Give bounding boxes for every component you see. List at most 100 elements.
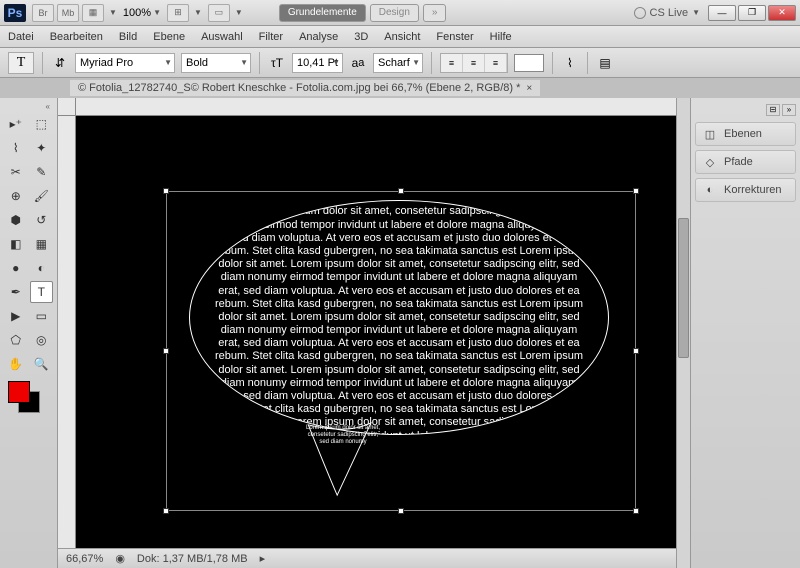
type-tool[interactable]: T <box>30 281 54 303</box>
menu-auswahl[interactable]: Auswahl <box>201 31 243 43</box>
menu-ebene[interactable]: Ebene <box>153 31 185 43</box>
stamp-tool[interactable]: ⬢ <box>4 209 28 231</box>
foreground-color[interactable] <box>8 381 30 403</box>
3d-tool[interactable]: ⬠ <box>4 329 28 351</box>
workspace-design[interactable]: Design <box>370 4 419 22</box>
handle-nw[interactable] <box>163 188 169 194</box>
zoom-level-label: 100% <box>123 7 151 19</box>
warp-text-button[interactable]: ⌇ <box>561 54 579 72</box>
status-zoom[interactable]: 66,67% <box>66 553 103 565</box>
text-orientation-icon[interactable]: ⇵ <box>51 54 69 72</box>
handle-w[interactable] <box>163 348 169 354</box>
panel-pfade[interactable]: ◇Pfade <box>695 150 796 174</box>
panel-expand-icon[interactable]: » <box>782 104 796 116</box>
blur-tool[interactable]: ● <box>4 257 28 279</box>
scrollbar-thumb[interactable] <box>678 218 689 358</box>
layers-icon: ◫ <box>702 127 718 141</box>
color-swatches[interactable] <box>8 381 48 421</box>
hand-tool[interactable]: ✋ <box>4 353 28 375</box>
brush-tool[interactable]: 🖌 <box>30 185 54 207</box>
status-doc-icon: ◉ <box>115 552 125 565</box>
character-panel-button[interactable]: ▤ <box>596 54 614 72</box>
toolbox-collapse-icon[interactable]: « <box>4 102 53 111</box>
menu-bearbeiten[interactable]: Bearbeiten <box>50 31 103 43</box>
menu-filter[interactable]: Filter <box>259 31 283 43</box>
workspace-grundelemente[interactable]: Grundelemente <box>279 4 366 22</box>
workspace-more[interactable]: » <box>423 4 447 22</box>
align-right-button[interactable]: ≡ <box>485 54 507 72</box>
menu-bild[interactable]: Bild <box>119 31 137 43</box>
cslive-button[interactable]: CS Live▼ <box>634 7 700 19</box>
status-arrow-icon[interactable]: ▸ <box>260 552 266 565</box>
document-tab-label: © Fotolia_12782740_S© Robert Kneschke - … <box>78 82 520 94</box>
handle-s[interactable] <box>398 508 404 514</box>
shape-tool[interactable]: ▭ <box>30 305 54 327</box>
handle-se[interactable] <box>633 508 639 514</box>
font-size-input[interactable]: 10,41 Pt▼ <box>292 53 343 73</box>
path-select-tool[interactable]: ▶ <box>4 305 28 327</box>
lasso-tool[interactable]: ⌇ <box>4 137 28 159</box>
document-tab[interactable]: © Fotolia_12782740_S© Robert Kneschke - … <box>70 80 540 96</box>
magic-wand-tool[interactable]: ✦ <box>30 137 54 159</box>
text-align-group: ≡ ≡ ≡ <box>440 53 508 73</box>
panels-dock: ⊟ » ◫Ebenen ◇Pfade ◐Korrekturen <box>690 98 800 568</box>
gradient-tool[interactable]: ▦ <box>30 233 54 255</box>
transform-bounds[interactable]: Lorem ipsum dolor sit amet, consetetur s… <box>166 191 636 511</box>
close-tab-icon[interactable]: × <box>526 83 532 94</box>
minimize-button[interactable]: — <box>708 5 736 21</box>
pen-tool[interactable]: ✒ <box>4 281 28 303</box>
zoom-tool[interactable]: 🔍 <box>30 353 54 375</box>
text-color-swatch[interactable] <box>514 54 544 72</box>
current-tool-indicator[interactable]: T <box>8 52 34 74</box>
eraser-tool[interactable]: ◧ <box>4 233 28 255</box>
font-size-icon: τT <box>268 54 286 72</box>
menu-ansicht[interactable]: Ansicht <box>384 31 420 43</box>
3d-camera-tool[interactable]: ◎ <box>30 329 54 351</box>
menu-hilfe[interactable]: Hilfe <box>490 31 512 43</box>
canvas[interactable]: Lorem ipsum dolor sit amet, consetetur s… <box>76 116 676 548</box>
status-doc-size[interactable]: Dok: 1,37 MB/1,78 MB <box>137 553 248 565</box>
align-left-button[interactable]: ≡ <box>441 54 463 72</box>
screenmode-dropdown[interactable]: ▭▼ <box>208 4 243 22</box>
handle-n[interactable] <box>398 188 404 194</box>
menubar: Datei Bearbeiten Bild Ebene Auswahl Filt… <box>0 26 800 48</box>
toolbox: « ▸⁺⬚ ⌇✦ ✂✎ ⊕🖌 ⬢↺ ◧▦ ●◐ ✒T ▶▭ ⬠◎ ✋🔍 <box>0 98 58 568</box>
healing-tool[interactable]: ⊕ <box>4 185 28 207</box>
titlebar: Ps Br Mb ▦▼ 100%▼ ⊞▼ ▭▼ Grundelemente De… <box>0 0 800 26</box>
adjustments-icon: ◐ <box>702 183 718 197</box>
vertical-scrollbar[interactable] <box>676 98 690 568</box>
font-weight-dropdown[interactable]: Bold▼ <box>181 53 251 73</box>
menu-3d[interactable]: 3D <box>354 31 368 43</box>
speech-bubble-text[interactable]: Lorem ipsum dolor sit amet, consetetur s… <box>189 200 609 435</box>
bridge-button[interactable]: Br <box>32 4 54 22</box>
paths-icon: ◇ <box>702 155 718 169</box>
handle-e[interactable] <box>633 348 639 354</box>
menu-analyse[interactable]: Analyse <box>299 31 338 43</box>
maximize-button[interactable]: ❐ <box>738 5 766 21</box>
close-button[interactable]: ✕ <box>768 5 796 21</box>
zoom-level-dropdown[interactable]: 100%▼ <box>123 7 161 19</box>
view-extras-dropdown[interactable]: ▦▼ <box>82 4 117 22</box>
dodge-tool[interactable]: ◐ <box>30 257 54 279</box>
history-brush-tool[interactable]: ↺ <box>30 209 54 231</box>
handle-ne[interactable] <box>633 188 639 194</box>
menu-fenster[interactable]: Fenster <box>436 31 473 43</box>
panel-collapse-icon[interactable]: ⊟ <box>766 104 780 116</box>
panel-korrekturen[interactable]: ◐Korrekturen <box>695 178 796 202</box>
minibridge-button[interactable]: Mb <box>57 4 79 22</box>
globe-icon <box>634 7 646 19</box>
ruler-horizontal[interactable] <box>58 98 690 116</box>
panel-ebenen[interactable]: ◫Ebenen <box>695 122 796 146</box>
move-tool[interactable]: ▸⁺ <box>4 113 28 135</box>
font-family-dropdown[interactable]: Myriad Pro▼ <box>75 53 175 73</box>
eyedropper-tool[interactable]: ✎ <box>30 161 54 183</box>
menu-datei[interactable]: Datei <box>8 31 34 43</box>
handle-sw[interactable] <box>163 508 169 514</box>
antialias-dropdown[interactable]: Scharf▼ <box>373 53 423 73</box>
canvas-area: Lorem ipsum dolor sit amet, consetetur s… <box>58 98 690 568</box>
align-center-button[interactable]: ≡ <box>463 54 485 72</box>
ruler-vertical[interactable] <box>58 116 76 548</box>
crop-tool[interactable]: ✂ <box>4 161 28 183</box>
arrange-dropdown[interactable]: ⊞▼ <box>167 4 202 22</box>
marquee-tool[interactable]: ⬚ <box>30 113 54 135</box>
